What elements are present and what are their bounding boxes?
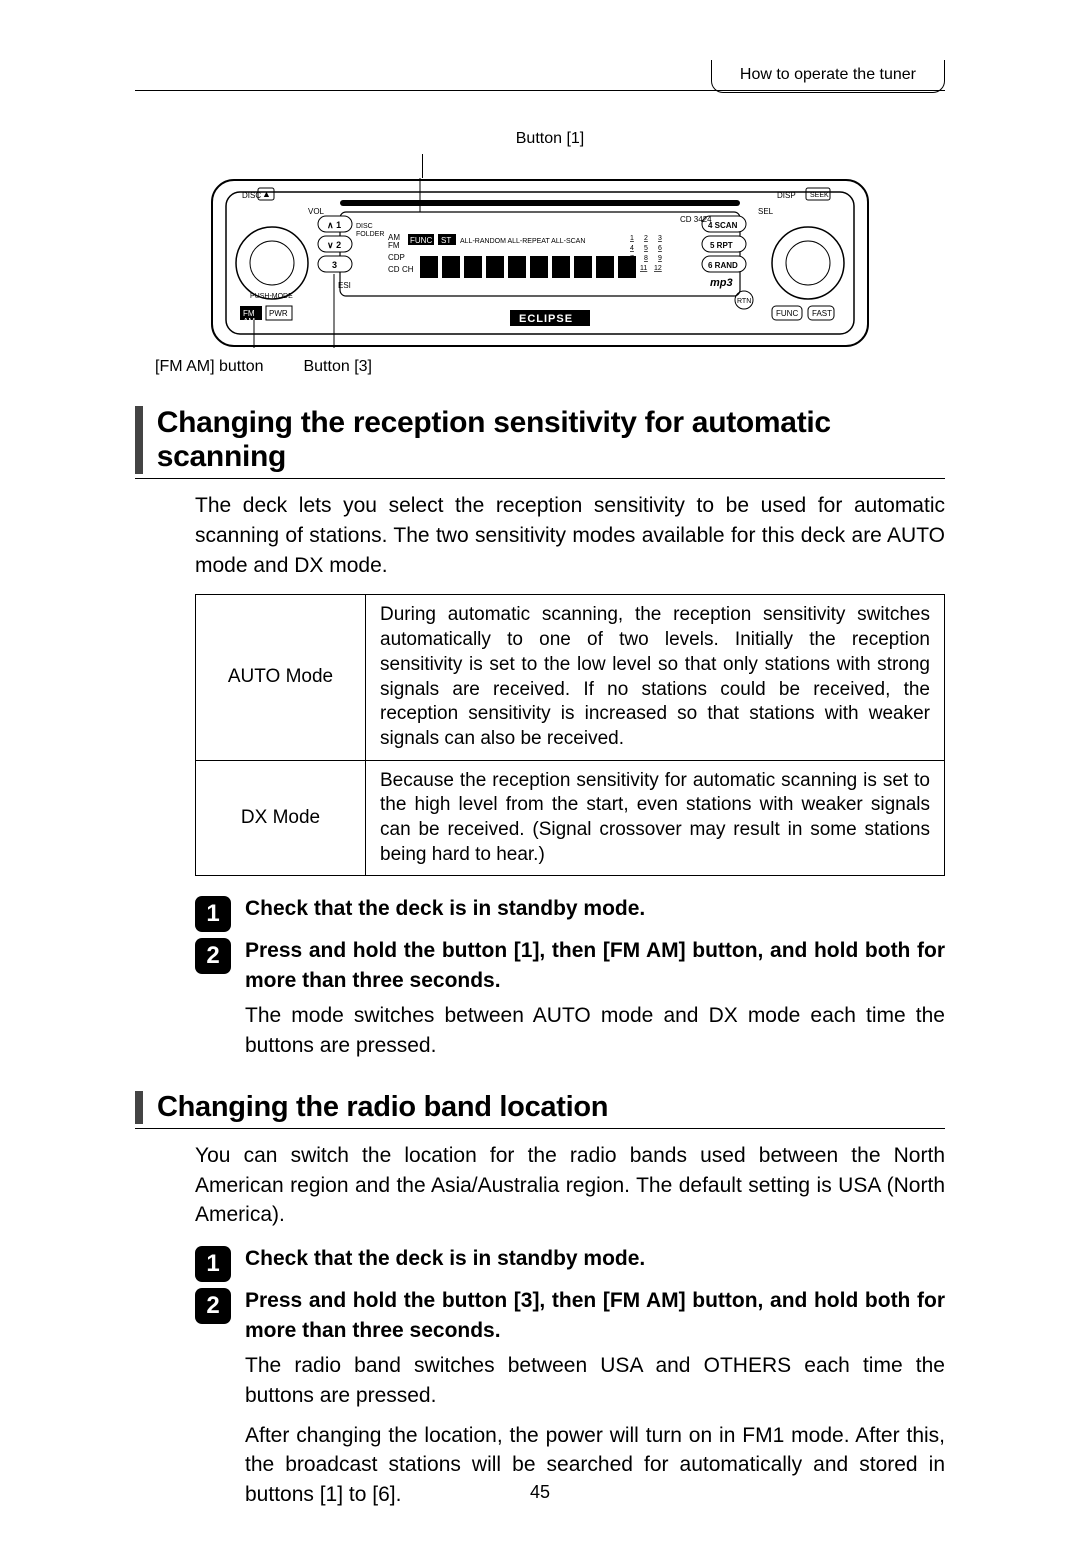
step-2: 2 Press and hold the button [3], then [F… (195, 1286, 945, 1345)
step-1: 1 Check that the deck is in standby mode… (195, 894, 945, 930)
mode-desc-cell: During automatic scanning, the reception… (366, 595, 945, 760)
svg-text:2: 2 (644, 235, 648, 242)
svg-text:6 RAND: 6 RAND (708, 261, 738, 270)
svg-text:∧ 1: ∧ 1 (327, 220, 341, 230)
svg-text:CD: CD (388, 265, 400, 274)
page-number: 45 (0, 1482, 1080, 1503)
step-text: Press and hold the button [3], then [FM … (245, 1286, 945, 1345)
step-text: Check that the deck is in standby mode. (245, 1244, 945, 1280)
step-number-badge: 1 (195, 896, 231, 932)
svg-text:CD 3424: CD 3424 (680, 215, 712, 224)
svg-text:1: 1 (630, 235, 634, 242)
step-number-badge: 2 (195, 938, 231, 974)
step-subtext: The mode switches between AUTO mode and … (245, 1001, 945, 1061)
mode-desc-cell: Because the reception sensitivity for au… (366, 760, 945, 876)
svg-text:8: 8 (644, 255, 648, 262)
svg-text:5 RPT: 5 RPT (710, 241, 733, 250)
heading-text: Changing the reception sensitivity for a… (157, 406, 945, 474)
svg-text:9: 9 (658, 255, 662, 262)
mode-name-cell: DX Mode (196, 760, 366, 876)
deck-diagram: Button [1] PUSH-MODE (135, 130, 945, 376)
label-button-3: Button [3] (303, 358, 372, 376)
svg-text:FUNC: FUNC (410, 236, 432, 245)
svg-text:VOL: VOL (308, 207, 325, 216)
page-content: Button [1] PUSH-MODE (0, 0, 1080, 1560)
step-subtext: The radio band switches between USA and … (245, 1351, 945, 1411)
svg-text:FUNC: FUNC (776, 309, 798, 318)
label-fm-am-button: [FM AM] button (155, 358, 263, 376)
svg-text:11: 11 (640, 265, 647, 272)
svg-text:6: 6 (658, 245, 662, 252)
svg-text:5: 5 (644, 245, 648, 252)
section2-intro: You can switch the location for the radi… (195, 1141, 945, 1230)
svg-text:FOLDER: FOLDER (356, 231, 384, 238)
svg-text:CDP: CDP (388, 253, 405, 262)
car-deck-illustration: PUSH-MODE (210, 178, 870, 348)
section1-intro: The deck lets you select the reception s… (195, 491, 945, 580)
svg-text:DISP: DISP (777, 191, 796, 200)
header-tab: How to operate the tuner (711, 60, 945, 93)
heading-band-location: Changing the radio band location (135, 1091, 945, 1129)
svg-text:FAST: FAST (812, 309, 832, 318)
svg-text:3: 3 (332, 260, 337, 270)
svg-text:7: 7 (630, 255, 634, 262)
modes-table: AUTO Mode During automatic scanning, the… (195, 594, 945, 876)
step-text: Press and hold the button [1], then [FM … (245, 936, 945, 995)
svg-text:ST: ST (441, 236, 451, 245)
table-row: DX Mode Because the reception sensitivit… (196, 760, 945, 876)
svg-text:DISC: DISC (356, 223, 373, 230)
step-2: 2 Press and hold the button [1], then [F… (195, 936, 945, 995)
table-row: AUTO Mode During automatic scanning, the… (196, 595, 945, 760)
heading-bar-icon (135, 406, 143, 474)
svg-text:CH: CH (402, 265, 414, 274)
svg-text:RTN: RTN (737, 298, 751, 305)
svg-text:3: 3 (658, 235, 662, 242)
leader-line-top (422, 154, 423, 178)
label-button-1: Button [1] (516, 130, 585, 148)
svg-text:▲: ▲ (262, 189, 271, 199)
step-text: Check that the deck is in standby mode. (245, 894, 945, 930)
step-number-badge: 1 (195, 1246, 231, 1282)
svg-text:10: 10 (626, 265, 634, 272)
svg-text:AM: AM (243, 317, 255, 326)
svg-text:12: 12 (654, 265, 662, 272)
svg-text:FM: FM (388, 241, 400, 250)
svg-text:ESI: ESI (338, 281, 351, 290)
svg-text:ECLIPSE: ECLIPSE (519, 313, 573, 325)
heading-sensitivity: Changing the reception sensitivity for a… (135, 406, 945, 479)
svg-text:4 SCAN: 4 SCAN (708, 221, 738, 230)
heading-bar-icon (135, 1091, 143, 1124)
mode-name-cell: AUTO Mode (196, 595, 366, 760)
step-number-badge: 2 (195, 1288, 231, 1324)
svg-text:ALL-RANDOM ALL-REPEAT ALL-SCAN: ALL-RANDOM ALL-REPEAT ALL-SCAN (460, 238, 585, 245)
heading-text: Changing the radio band location (157, 1091, 608, 1124)
svg-text:∨ 2: ∨ 2 (327, 240, 341, 250)
step-1: 1 Check that the deck is in standby mode… (195, 1244, 945, 1280)
svg-text:PUSH-MODE: PUSH-MODE (250, 293, 293, 300)
svg-text:PWR: PWR (269, 309, 288, 318)
svg-text:SEL: SEL (758, 207, 774, 216)
svg-text:SEEK: SEEK (810, 192, 829, 199)
svg-text:mp3: mp3 (710, 277, 733, 289)
svg-text:4: 4 (630, 245, 634, 252)
